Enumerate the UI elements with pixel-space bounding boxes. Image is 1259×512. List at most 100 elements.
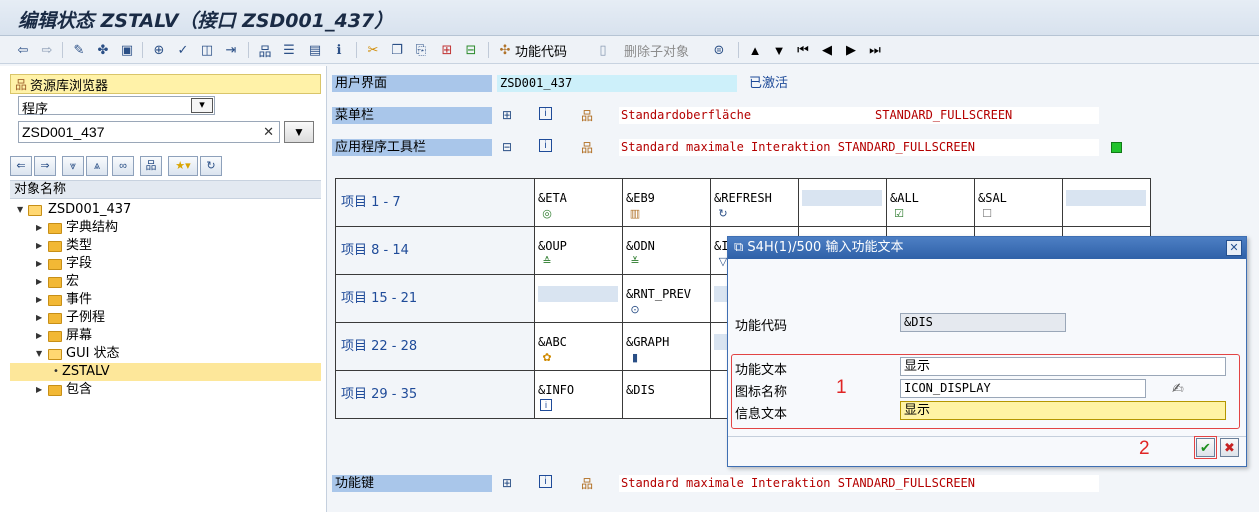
tree-node-fields[interactable]: ▶ 字段 <box>10 255 321 273</box>
refresh-icon[interactable]: ↻ <box>200 156 222 176</box>
grid-cell[interactable]: &GRAPH ▮ <box>622 322 711 371</box>
collapse-icon[interactable]: ⩔ <box>62 156 84 176</box>
collapse-section-icon[interactable]: ⊟ <box>499 139 515 155</box>
tree-icon[interactable]: ◫ <box>198 41 216 59</box>
function-code[interactable]: &INFO <box>538 382 618 398</box>
function-code[interactable]: &GRAPH <box>626 334 706 350</box>
function-code[interactable]: &ABC <box>538 334 618 350</box>
tree-node-root[interactable]: ▼ ZSD001_437 <box>10 201 321 219</box>
info-icon[interactable]: i <box>539 139 552 152</box>
grid-cell[interactable]: &INFO i <box>534 370 623 419</box>
cancel-button[interactable]: ✖ <box>1220 438 1239 457</box>
function-code[interactable]: &SAL <box>978 190 1058 206</box>
collapsed-triangle-icon[interactable]: ▶ <box>36 273 46 291</box>
list-icon[interactable]: ▤ <box>306 41 324 59</box>
activate-icon[interactable]: ✤ <box>94 41 112 59</box>
move-down-icon[interactable]: ▼ <box>770 41 788 59</box>
clear-icon[interactable]: ✕ <box>263 124 274 140</box>
forward-arrow-icon[interactable]: ⇨ <box>38 41 56 59</box>
favorites-icon[interactable]: ★▾ <box>168 156 198 176</box>
grid-cell[interactable]: &EB9 ▥ <box>622 178 711 227</box>
grid-cell[interactable]: &SAL ☐ <box>974 178 1063 227</box>
cut-icon[interactable]: ✂ <box>364 41 382 59</box>
expanded-triangle-icon[interactable]: ▼ <box>17 201 27 219</box>
insert-row-icon[interactable]: ⊞ <box>438 41 456 59</box>
copy-icon[interactable]: ❐ <box>388 41 406 59</box>
object-list-icon[interactable]: ✓ <box>174 41 192 59</box>
grid-cell[interactable]: &OUP ≙ <box>534 226 623 275</box>
tree-node-types[interactable]: ▶ 类型 <box>10 237 321 255</box>
dialog-title-bar[interactable]: ⧉ S4H(1)/500 输入功能文本 <box>728 237 1246 259</box>
delete-row-icon[interactable]: ⊟ <box>462 41 480 59</box>
tree-node-gui-status[interactable]: ▼ GUI 状态 <box>10 345 321 363</box>
where-used-icon[interactable]: ⊕ <box>150 41 168 59</box>
empty-slot[interactable] <box>1066 190 1146 206</box>
tree-node-subroutines[interactable]: ▶ 子例程 <box>10 309 321 327</box>
info-icon[interactable]: i <box>539 107 552 120</box>
object-type-select[interactable]: 程序 ▾ <box>18 96 215 117</box>
function-code[interactable]: &ETA <box>538 190 618 206</box>
tree-node-events[interactable]: ▶ 事件 <box>10 291 321 309</box>
grid-cell[interactable] <box>798 178 887 227</box>
grid-cell[interactable]: &RNT_PREV ⊙ <box>622 274 711 323</box>
function-code[interactable]: &EB9 <box>626 190 706 206</box>
repository-browser-tab[interactable]: 品 资源库浏览器 <box>10 74 321 94</box>
expand-icon[interactable]: ⩓ <box>86 156 108 176</box>
confirm-button[interactable]: ✔ <box>1194 436 1217 459</box>
next-page-icon[interactable]: ▶ <box>842 41 860 59</box>
info-icon[interactable]: i <box>539 475 552 488</box>
hierarchy-icon[interactable]: 品 <box>579 139 595 155</box>
tree-node-screens[interactable]: ▶ 屏幕 <box>10 327 321 345</box>
function-code-button[interactable]: 功能代码 <box>515 41 567 60</box>
chevron-down-icon[interactable]: ▾ <box>191 98 213 113</box>
tree-node-macros[interactable]: ▶ 宏 <box>10 273 321 291</box>
function-text-input[interactable]: 显示 <box>900 357 1226 376</box>
tree-node-dict-structures[interactable]: ▶ 字典结构 <box>10 219 321 237</box>
hierarchy-icon[interactable]: 品 <box>579 107 595 123</box>
binoculars-icon[interactable]: ∞ <box>112 156 134 176</box>
function-code[interactable]: &DIS <box>626 382 706 398</box>
hierarchy-icon[interactable]: 品 <box>579 475 595 491</box>
nav-forward-icon[interactable]: ⇒ <box>34 156 56 176</box>
grid-cell[interactable]: &ODN ≚ <box>622 226 711 275</box>
collapsed-triangle-icon[interactable]: ▶ <box>36 237 46 255</box>
info-text-input[interactable]: 显示 <box>900 401 1226 420</box>
last-page-icon[interactable]: ⏭ <box>866 41 884 59</box>
function-code[interactable]: &REFRESH <box>714 190 794 206</box>
hierarchy-icon[interactable]: 品 <box>256 41 274 59</box>
grid-cell[interactable]: &ETA ◎ <box>534 178 623 227</box>
grid-cell[interactable]: &ALL ☑ <box>886 178 975 227</box>
close-icon[interactable]: ✕ <box>1226 240 1242 256</box>
collapsed-triangle-icon[interactable]: ▶ <box>36 327 46 345</box>
check-icon[interactable]: ▣ <box>118 41 136 59</box>
expand-section-icon[interactable]: ⊞ <box>499 475 515 491</box>
tree-node-includes[interactable]: ▶ 包含 <box>10 381 321 399</box>
grid-cell[interactable] <box>1062 178 1151 227</box>
display-change-icon[interactable]: ✎ <box>70 41 88 59</box>
collapsed-triangle-icon[interactable]: ▶ <box>36 309 46 327</box>
object-name-input[interactable] <box>22 123 252 141</box>
grid-cell[interactable]: &REFRESH ↻ <box>710 178 799 227</box>
delete-subobject-button[interactable]: 删除子对象 <box>624 41 689 60</box>
display-object-button[interactable]: ▼ <box>284 121 314 143</box>
expanded-triangle-icon[interactable]: ▼ <box>36 345 46 363</box>
collapsed-triangle-icon[interactable]: ▶ <box>36 381 46 399</box>
previous-page-icon[interactable]: ◀ <box>818 41 836 59</box>
function-code[interactable]: &ALL <box>890 190 970 206</box>
grid-cell[interactable] <box>534 274 623 323</box>
hierarchy-nav-icon[interactable]: 品 <box>140 156 162 176</box>
function-code[interactable]: &RNT_PREV <box>626 286 706 302</box>
paste-icon[interactable]: ⎘ <box>412 41 430 59</box>
grid-cell[interactable]: &DIS <box>622 370 711 419</box>
object-name-field[interactable]: ✕ <box>18 121 280 143</box>
empty-slot[interactable] <box>802 190 882 206</box>
function-code[interactable]: &OUP <box>538 238 618 254</box>
print-icon[interactable]: ⊜ <box>710 41 728 59</box>
icon-name-input[interactable]: ICON_DISPLAY <box>900 379 1146 398</box>
collapsed-triangle-icon[interactable]: ▶ <box>36 219 46 237</box>
navigate-icon[interactable]: ⇥ <box>222 41 240 59</box>
stack-icon[interactable]: ☰ <box>280 41 298 59</box>
collapsed-triangle-icon[interactable]: ▶ <box>36 255 46 273</box>
expand-section-icon[interactable]: ⊞ <box>499 107 515 123</box>
empty-slot[interactable] <box>538 286 618 302</box>
